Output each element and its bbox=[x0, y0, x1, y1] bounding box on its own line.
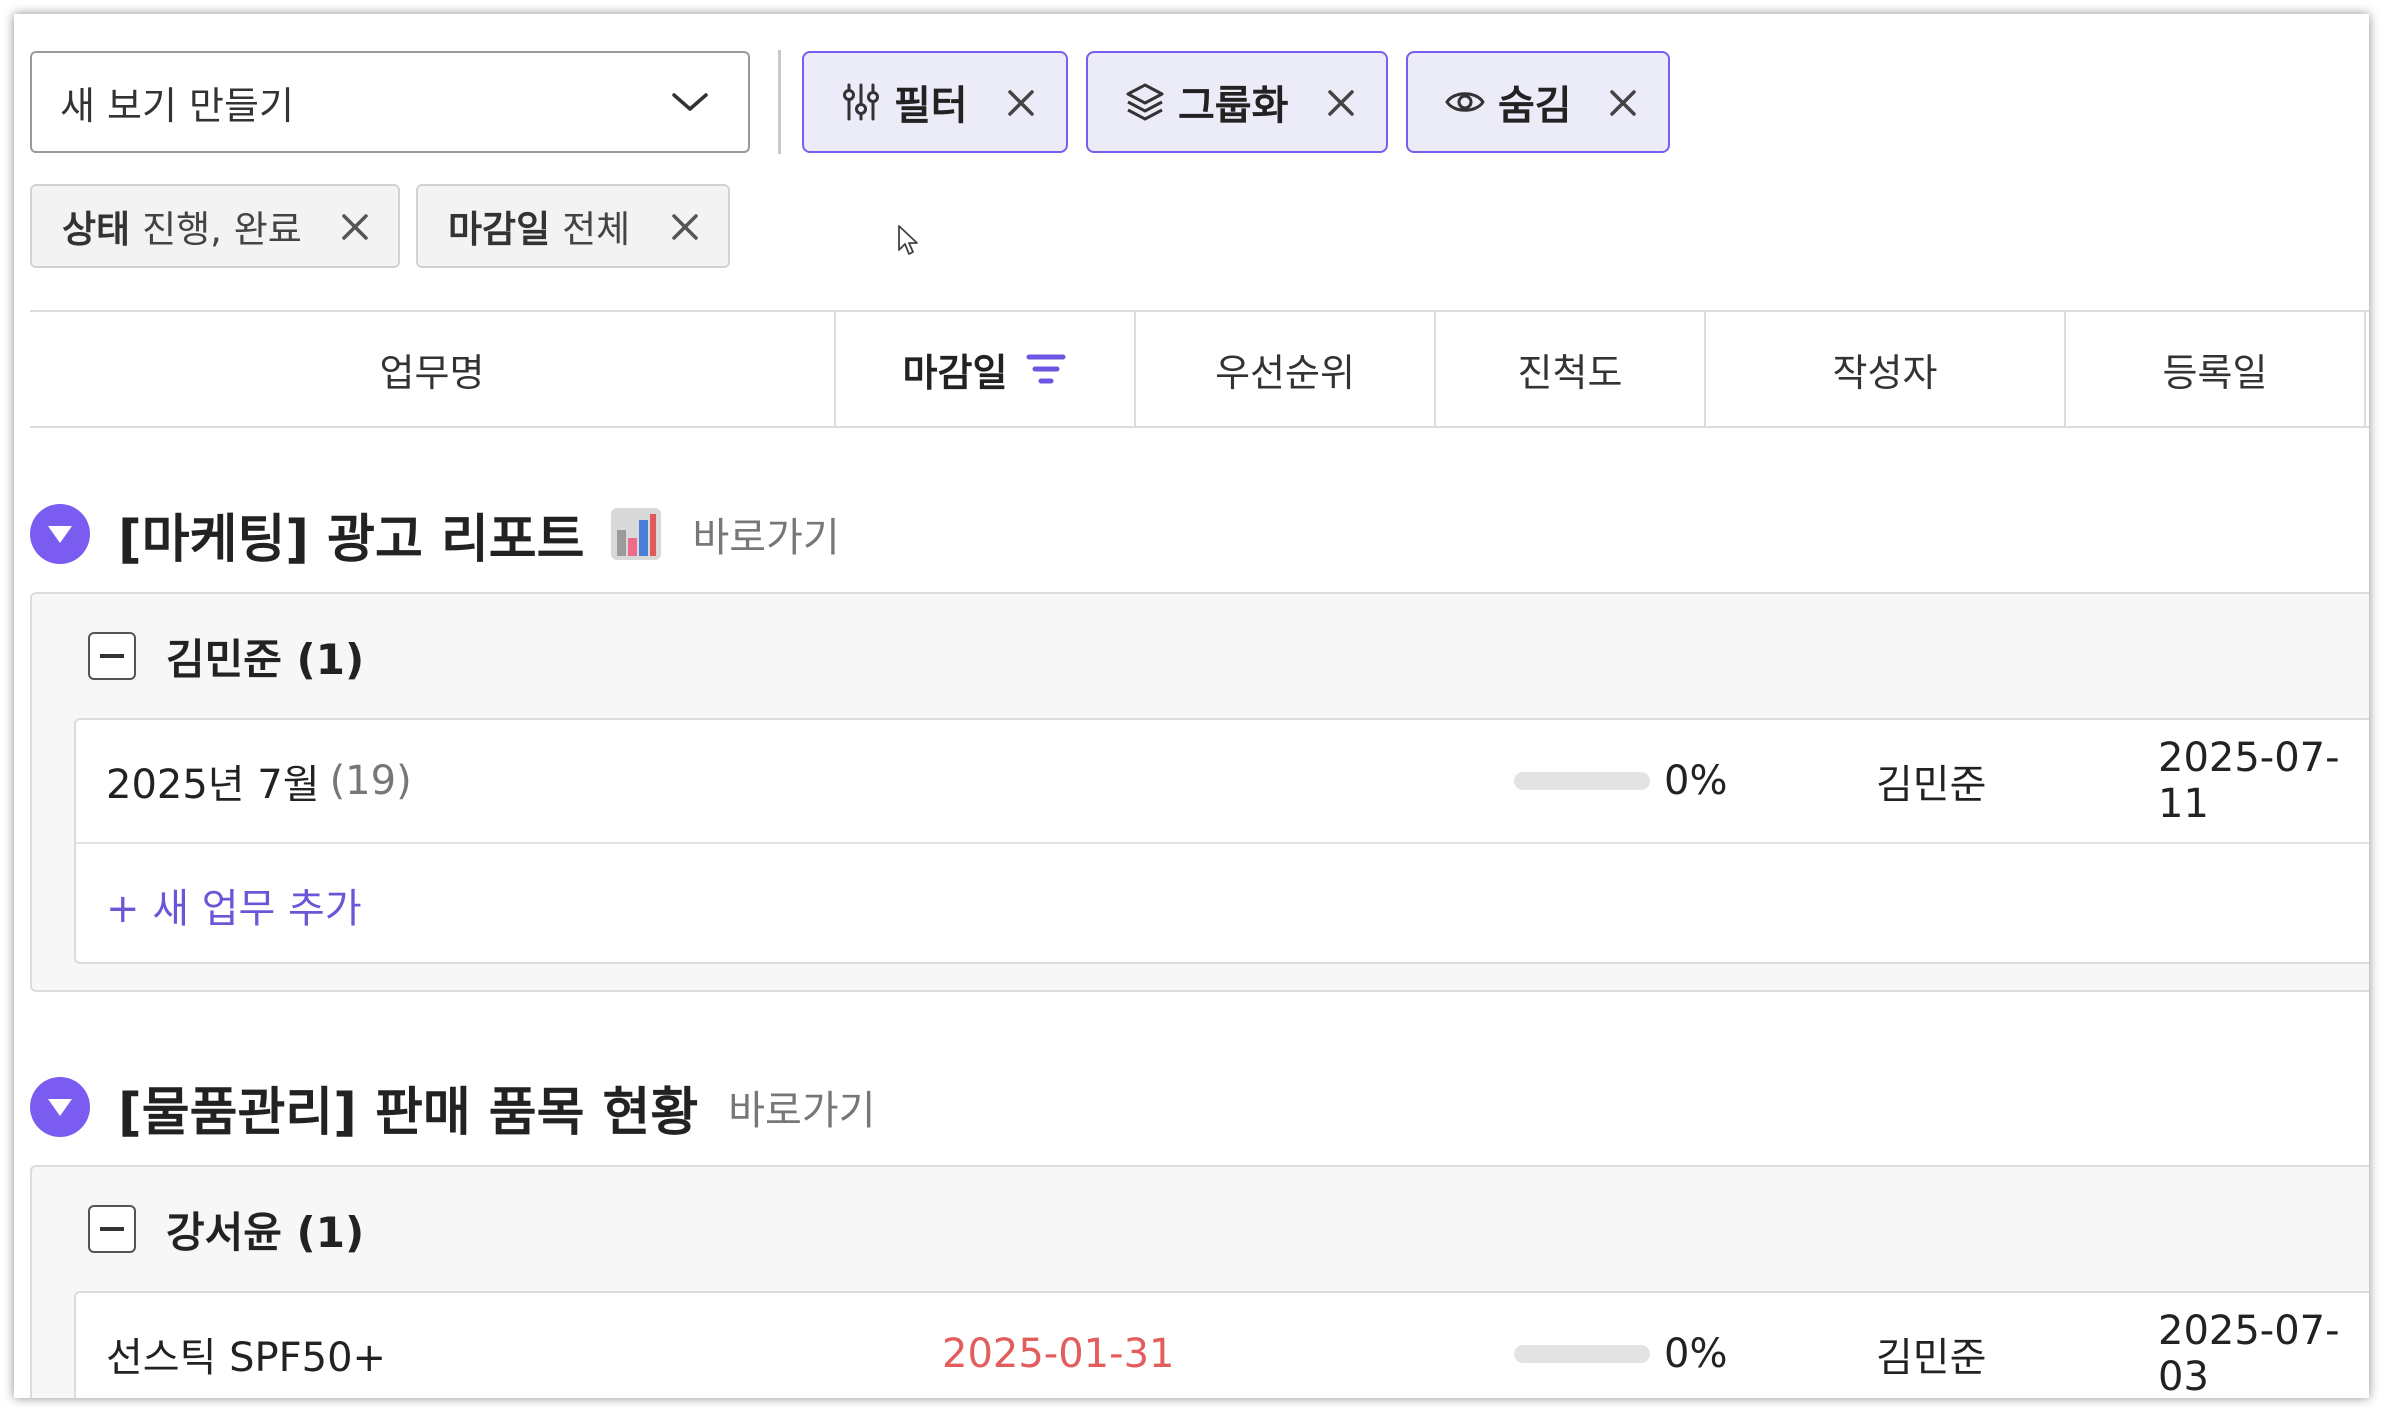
cell-created: 2025-07-11 bbox=[2158, 720, 2369, 842]
column-label: 업무명 bbox=[379, 350, 485, 395]
group-title: [물품관리] 판매 품목 현황 bbox=[118, 1082, 699, 1143]
cell-author: 김민준 bbox=[1876, 1293, 1986, 1398]
created-date: 2025-07-11 bbox=[2158, 735, 2340, 827]
subgroup-header: 강서윤 (1) bbox=[88, 1201, 364, 1257]
table-row[interactable]: 선스틱 SPF50+ 2025-01-31 0% 김민준 2025-07-03 bbox=[76, 1293, 2369, 1398]
progress-label: 0% bbox=[1664, 1331, 1728, 1377]
collapse-toggle-icon[interactable] bbox=[30, 1077, 90, 1137]
subgroup: 강서윤 (1) 선스틱 SPF50+ 2025-01-31 0% 김민준 202… bbox=[30, 1165, 2369, 1398]
table-header: 업무명 마감일 우선순위 진척도 작성자 등록일 bbox=[30, 310, 2369, 428]
task-count: (19) bbox=[329, 758, 412, 804]
column-label: 진척도 bbox=[1517, 350, 1623, 395]
group-button-label: 그룹화 bbox=[1178, 83, 1289, 129]
status-filter-chip[interactable]: 상태 진행, 완료 bbox=[30, 184, 400, 268]
cell-progress: 0% bbox=[1514, 1293, 1727, 1398]
layers-icon bbox=[1126, 83, 1164, 121]
remove-hide-icon[interactable] bbox=[1608, 88, 1638, 118]
task-name: 선스틱 SPF50+ bbox=[106, 1335, 387, 1381]
subgroup-name: 김민준 (1) bbox=[166, 634, 365, 684]
progress-label: 0% bbox=[1664, 758, 1728, 804]
subgroup-header: 김민준 (1) bbox=[88, 628, 364, 684]
created-date: 2025-07-03 bbox=[2158, 1308, 2340, 1398]
group-header: [물품관리] 판매 품목 현황 바로가기 bbox=[30, 1062, 875, 1152]
column-header-due[interactable]: 마감일 bbox=[836, 312, 1136, 426]
task-name: 2025년 7월 bbox=[106, 762, 320, 808]
column-header-created[interactable]: 등록일 bbox=[2066, 312, 2366, 426]
close-icon[interactable] bbox=[340, 212, 370, 242]
chevron-down-icon bbox=[672, 93, 708, 111]
cell-task: 선스틱 SPF50+ bbox=[106, 1293, 386, 1398]
collapse-toggle-icon[interactable] bbox=[30, 504, 90, 564]
group-shortcut-link[interactable]: 바로가기 bbox=[728, 1078, 875, 1136]
toolbar-divider bbox=[778, 50, 781, 154]
collapse-minus-icon[interactable] bbox=[88, 632, 136, 680]
column-label: 등록일 bbox=[2162, 350, 2268, 395]
group-title: [마케팅] 광고 리포트 bbox=[118, 509, 585, 570]
column-header-priority[interactable]: 우선순위 bbox=[1136, 312, 1436, 426]
bar-chart-icon bbox=[611, 508, 662, 560]
cell-add: + 새 업무 추가 bbox=[106, 844, 362, 966]
due-date: 2025-01-31 bbox=[942, 1331, 1175, 1377]
cell-progress: 0% bbox=[1514, 720, 1727, 842]
view-select[interactable]: 새 보기 만들기 bbox=[30, 51, 750, 153]
chip-key: 마감일 bbox=[448, 208, 551, 251]
column-header-progress[interactable]: 진척도 bbox=[1436, 312, 1706, 426]
column-header-task[interactable]: 업무명 bbox=[30, 312, 836, 426]
remove-group-icon[interactable] bbox=[1326, 88, 1356, 118]
author-name: 김민준 bbox=[1876, 1335, 1987, 1381]
chip-value: 전체 bbox=[562, 208, 631, 251]
chip-key: 상태 bbox=[62, 208, 131, 251]
due-filter-chip[interactable]: 마감일 전체 bbox=[416, 184, 730, 268]
add-task-row: + 새 업무 추가 bbox=[76, 842, 2369, 964]
table-row[interactable]: 2025년 7월 (19) 0% 김민준 2025-07-11 bbox=[76, 720, 2369, 842]
subgroup: 김민준 (1) 2025년 7월 (19) 0% 김민준 2025-07-11 … bbox=[30, 592, 2369, 992]
column-label: 마감일 bbox=[902, 350, 1008, 395]
group-button[interactable]: 그룹화 bbox=[1086, 51, 1388, 153]
progress-bar bbox=[1514, 772, 1650, 790]
cell-task: 2025년 7월 (19) bbox=[106, 720, 412, 842]
cell-author: 김민준 bbox=[1876, 720, 1986, 842]
collapse-minus-icon[interactable] bbox=[88, 1205, 136, 1253]
chip-value: 진행, 완료 bbox=[142, 208, 302, 251]
progress-bar bbox=[1514, 1345, 1650, 1363]
app-window: 새 보기 만들기 필터 그룹화 숨김 상태 진행, 완료 마감일 전체 업무명 … bbox=[14, 14, 2369, 1398]
close-icon[interactable] bbox=[670, 212, 700, 242]
sort-icon[interactable] bbox=[1025, 352, 1067, 386]
sliders-icon bbox=[843, 83, 879, 121]
hide-button-label: 숨김 bbox=[1498, 83, 1572, 129]
filter-button-label: 필터 bbox=[894, 83, 968, 129]
group-shortcut-link[interactable]: 바로가기 bbox=[692, 505, 839, 563]
add-task-link[interactable]: + 새 업무 추가 bbox=[106, 876, 362, 934]
column-label: 우선순위 bbox=[1215, 350, 1355, 395]
author-name: 김민준 bbox=[1876, 762, 1987, 808]
subgroup-name: 강서윤 (1) bbox=[166, 1207, 365, 1257]
row-list: 2025년 7월 (19) 0% 김민준 2025-07-11 + 새 업무 추… bbox=[74, 718, 2369, 964]
row-list: 선스틱 SPF50+ 2025-01-31 0% 김민준 2025-07-03 bbox=[74, 1291, 2369, 1398]
content: 새 보기 만들기 필터 그룹화 숨김 상태 진행, 완료 마감일 전체 업무명 … bbox=[14, 14, 2369, 1398]
column-label: 작성자 bbox=[1832, 350, 1938, 395]
column-header-author[interactable]: 작성자 bbox=[1706, 312, 2066, 426]
view-select-value: 새 보기 만들기 bbox=[60, 83, 294, 128]
mouse-cursor-icon bbox=[898, 225, 918, 255]
remove-filter-icon[interactable] bbox=[1006, 88, 1036, 118]
cell-created: 2025-07-03 bbox=[2158, 1293, 2369, 1398]
hide-button[interactable]: 숨김 bbox=[1406, 51, 1670, 153]
filter-button[interactable]: 필터 bbox=[802, 51, 1068, 153]
group-header: [마케팅] 광고 리포트 바로가기 bbox=[30, 489, 840, 579]
cell-due: 2025-01-31 bbox=[942, 1293, 1174, 1398]
eye-icon bbox=[1445, 92, 1485, 112]
